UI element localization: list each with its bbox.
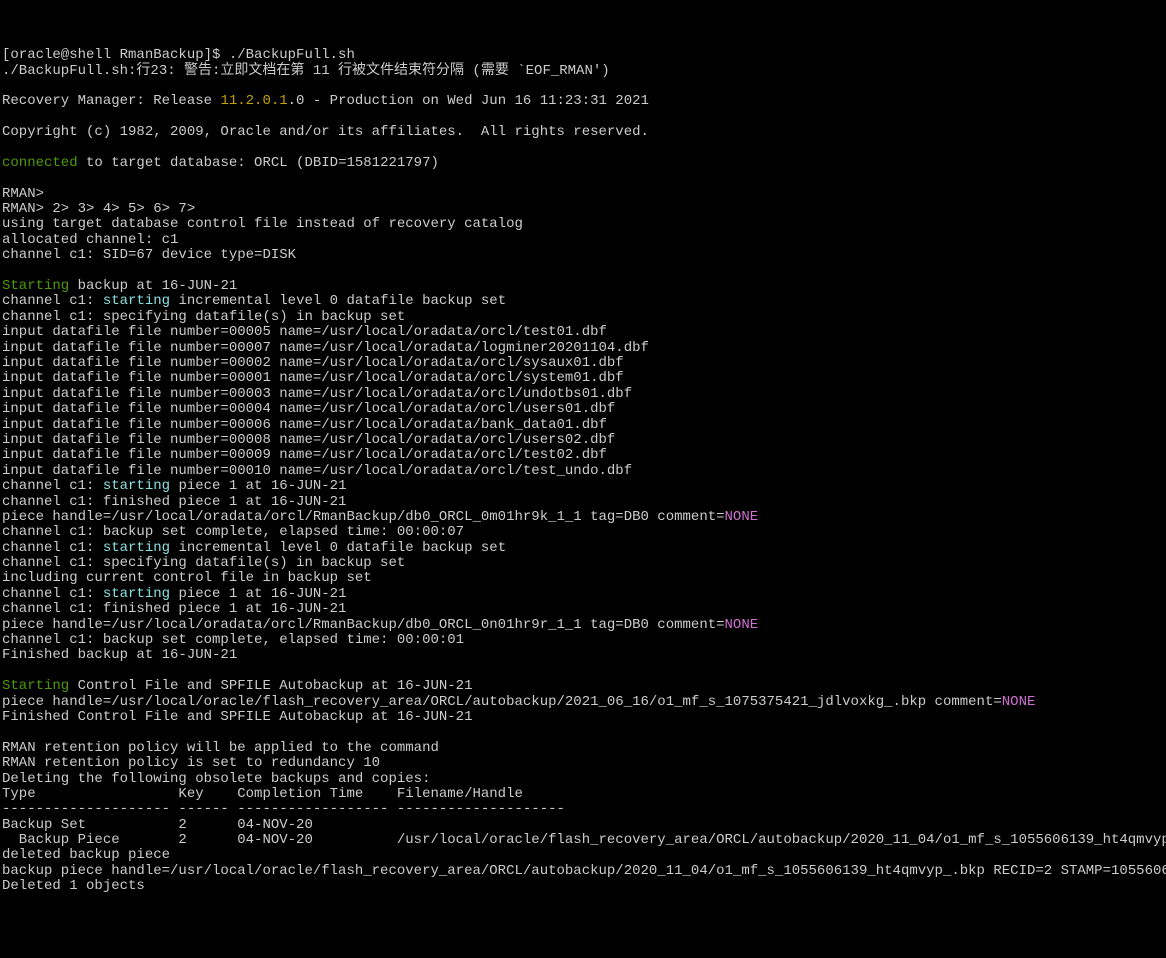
piece-line: piece handle=/usr/local/oradata/orcl/Rma… bbox=[2, 618, 1164, 633]
starting-keyword: starting bbox=[103, 478, 170, 494]
output-line: channel c1: finished piece 1 at 16-JUN-2… bbox=[2, 495, 1164, 510]
output-line: allocated channel: c1 bbox=[2, 233, 1164, 248]
output-line: Deleting the following obsolete backups … bbox=[2, 772, 1164, 787]
datafile-line: input datafile file number=00009 name=/u… bbox=[2, 448, 1164, 463]
table-row: Backup Set 2 04-NOV-20 bbox=[2, 818, 1164, 833]
output-line: RMAN retention policy will be applied to… bbox=[2, 741, 1164, 756]
output-line: channel c1: backup set complete, elapsed… bbox=[2, 525, 1164, 540]
output-line: channel c1: specifying datafile(s) in ba… bbox=[2, 310, 1164, 325]
output-line: channel c1: SID=67 device type=DISK bbox=[2, 248, 1164, 263]
output-line: deleted backup piece bbox=[2, 848, 1164, 863]
datafile-line: input datafile file number=00005 name=/u… bbox=[2, 325, 1164, 340]
release-line: Recovery Manager: Release 11.2.0.1.0 - P… bbox=[2, 94, 1164, 109]
starting-keyword: starting bbox=[103, 540, 170, 556]
none-keyword: NONE bbox=[725, 617, 759, 633]
warning-line: ./BackupFull.sh:行23: 警告:立即文档在第 11 行被文件结束… bbox=[2, 64, 1164, 79]
output-line: channel c1: finished piece 1 at 16-JUN-2… bbox=[2, 602, 1164, 617]
prompt-line: [oracle@shell RmanBackup]$ ./BackupFull.… bbox=[2, 48, 1164, 63]
rman-prompt-multi: RMAN> 2> 3> 4> 5> 6> 7> bbox=[2, 202, 1164, 217]
connected-line: connected to target database: ORCL (DBID… bbox=[2, 156, 1164, 171]
datafile-line: input datafile file number=00004 name=/u… bbox=[2, 402, 1164, 417]
shell-prompt: [oracle@shell RmanBackup]$ bbox=[2, 47, 229, 63]
starting-keyword: starting bbox=[103, 586, 170, 602]
rman-prompt: RMAN> bbox=[2, 187, 1164, 202]
output-line: channel c1: specifying datafile(s) in ba… bbox=[2, 556, 1164, 571]
datafile-line: input datafile file number=00010 name=/u… bbox=[2, 464, 1164, 479]
command-text: ./BackupFull.sh bbox=[229, 47, 355, 63]
starting-backup-line: Starting backup at 16-JUN-21 bbox=[2, 279, 1164, 294]
datafile-line: input datafile file number=00003 name=/u… bbox=[2, 387, 1164, 402]
piece-line: piece handle=/usr/local/oracle/flash_rec… bbox=[2, 695, 1164, 710]
output-line: backup piece handle=/usr/local/oracle/fl… bbox=[2, 864, 1164, 879]
channel-line: channel c1: starting piece 1 at 16-JUN-2… bbox=[2, 587, 1164, 602]
output-line: Deleted 1 objects bbox=[2, 879, 1164, 894]
table-divider: -------------------- ------ ------------… bbox=[2, 802, 1164, 817]
channel-line: channel c1: starting incremental level 0… bbox=[2, 541, 1164, 556]
output-line: Finished backup at 16-JUN-21 bbox=[2, 648, 1164, 663]
copyright-line: Copyright (c) 1982, 2009, Oracle and/or … bbox=[2, 125, 1164, 140]
output-line: using target database control file inste… bbox=[2, 217, 1164, 232]
starting-autobackup-line: Starting Control File and SPFILE Autobac… bbox=[2, 679, 1164, 694]
datafile-line: input datafile file number=00001 name=/u… bbox=[2, 371, 1164, 386]
output-line: including current control file in backup… bbox=[2, 571, 1164, 586]
channel-line: channel c1: starting incremental level 0… bbox=[2, 294, 1164, 309]
output-line: channel c1: backup set complete, elapsed… bbox=[2, 633, 1164, 648]
datafile-line: input datafile file number=00006 name=/u… bbox=[2, 418, 1164, 433]
output-line: RMAN retention policy is set to redundan… bbox=[2, 756, 1164, 771]
datafile-line: input datafile file number=00007 name=/u… bbox=[2, 341, 1164, 356]
none-keyword: NONE bbox=[725, 509, 759, 525]
starting-keyword: Starting bbox=[2, 678, 69, 694]
version-text: 11.2.0.1 bbox=[220, 93, 287, 109]
terminal-output: [oracle@shell RmanBackup]$ ./BackupFull.… bbox=[2, 48, 1164, 894]
starting-keyword: starting bbox=[103, 293, 170, 309]
output-line: Finished Control File and SPFILE Autobac… bbox=[2, 710, 1164, 725]
table-header: Type Key Completion Time Filename/Handle bbox=[2, 787, 1164, 802]
connected-keyword: connected bbox=[2, 155, 78, 171]
piece-line: piece handle=/usr/local/oradata/orcl/Rma… bbox=[2, 510, 1164, 525]
datafile-line: input datafile file number=00008 name=/u… bbox=[2, 433, 1164, 448]
starting-keyword: Starting bbox=[2, 278, 69, 294]
table-row: Backup Piece 2 04-NOV-20 /usr/local/orac… bbox=[2, 833, 1164, 848]
datafile-line: input datafile file number=00002 name=/u… bbox=[2, 356, 1164, 371]
none-keyword: NONE bbox=[1002, 694, 1036, 710]
channel-line: channel c1: starting piece 1 at 16-JUN-2… bbox=[2, 479, 1164, 494]
